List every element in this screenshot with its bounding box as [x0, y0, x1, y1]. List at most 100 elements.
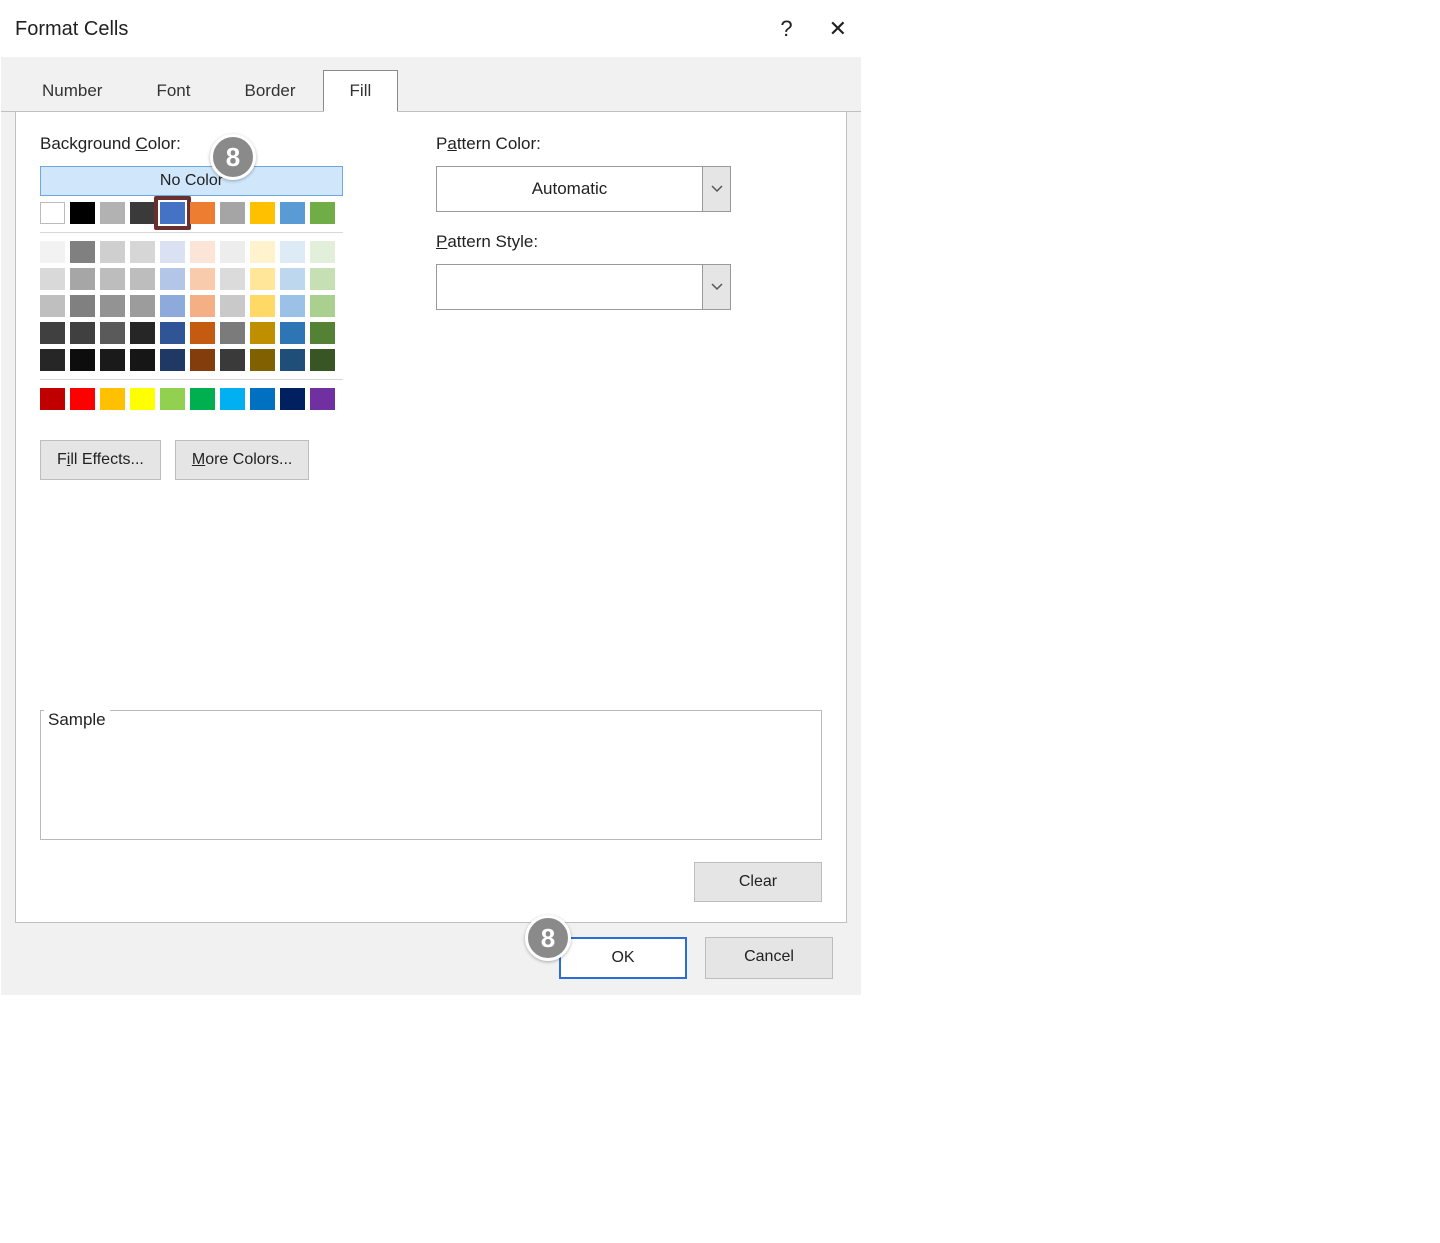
tint-swatch[interactable] — [70, 268, 95, 290]
tab-border[interactable]: Border — [218, 70, 323, 112]
tint-swatch[interactable] — [70, 322, 95, 344]
background-color-section: Background Color: No Color Fill Effects.… — [40, 134, 380, 480]
standard-swatch[interactable] — [70, 388, 95, 410]
tint-swatch[interactable] — [160, 268, 185, 290]
tint-swatch[interactable] — [310, 241, 335, 263]
tint-swatch[interactable] — [220, 295, 245, 317]
titlebar-icons: ? ✕ — [780, 18, 847, 40]
theme-swatch[interactable] — [70, 202, 95, 224]
theme-swatch[interactable] — [100, 202, 125, 224]
more-colors-button[interactable]: More Colors... — [175, 440, 309, 480]
titlebar: Format Cells ? ✕ — [1, 1, 861, 57]
no-color-button[interactable]: No Color — [40, 166, 343, 196]
theme-swatch[interactable] — [250, 202, 275, 224]
tint-swatch[interactable] — [70, 295, 95, 317]
tint-swatch[interactable] — [190, 268, 215, 290]
dialog-title: Format Cells — [15, 18, 128, 41]
tint-swatch[interactable] — [160, 295, 185, 317]
tint-swatch[interactable] — [280, 349, 305, 371]
standard-swatch[interactable] — [310, 388, 335, 410]
standard-swatch[interactable] — [280, 388, 305, 410]
tint-swatch[interactable] — [280, 295, 305, 317]
tint-swatch[interactable] — [310, 268, 335, 290]
tab-fill[interactable]: Fill — [323, 70, 399, 112]
tint-swatch[interactable] — [70, 349, 95, 371]
pattern-color-label: Pattern Color: — [436, 134, 822, 154]
theme-swatch[interactable] — [190, 202, 215, 224]
dialog-footer: 8 OK Cancel — [1, 923, 861, 979]
tint-swatch[interactable] — [160, 349, 185, 371]
clear-button[interactable]: Clear — [694, 862, 822, 902]
tint-swatch[interactable] — [280, 322, 305, 344]
pattern-style-select[interactable] — [436, 264, 731, 310]
tint-swatch[interactable] — [190, 295, 215, 317]
tint-swatch[interactable] — [310, 295, 335, 317]
sample-preview — [40, 710, 822, 840]
tint-swatch[interactable] — [100, 322, 125, 344]
tint-swatch[interactable] — [220, 268, 245, 290]
standard-swatch[interactable] — [130, 388, 155, 410]
callout-badge-color: 8 — [210, 134, 256, 180]
standard-swatch[interactable] — [100, 388, 125, 410]
theme-swatch[interactable] — [280, 202, 305, 224]
tint-swatch[interactable] — [190, 241, 215, 263]
tint-swatch[interactable] — [100, 295, 125, 317]
tint-swatch[interactable] — [130, 268, 155, 290]
pattern-color-value: Automatic — [437, 179, 702, 199]
tint-swatch[interactable] — [220, 322, 245, 344]
tint-swatch[interactable] — [130, 349, 155, 371]
sample-label: Sample — [44, 710, 110, 730]
tint-swatch[interactable] — [40, 241, 65, 263]
tint-swatch[interactable] — [130, 241, 155, 263]
standard-swatch[interactable] — [160, 388, 185, 410]
chevron-down-icon[interactable] — [702, 167, 730, 211]
clear-row: Clear — [40, 862, 822, 902]
tint-swatch[interactable] — [40, 295, 65, 317]
standard-divider — [40, 379, 343, 380]
tint-swatch[interactable] — [100, 268, 125, 290]
tint-swatch[interactable] — [250, 295, 275, 317]
tint-swatch[interactable] — [160, 241, 185, 263]
tint-swatch[interactable] — [250, 268, 275, 290]
tint-swatch[interactable] — [40, 322, 65, 344]
chevron-down-icon[interactable] — [702, 265, 730, 309]
standard-swatch[interactable] — [40, 388, 65, 410]
tint-swatch[interactable] — [130, 295, 155, 317]
theme-swatch[interactable] — [310, 202, 335, 224]
theme-tints-grid — [40, 241, 380, 371]
tint-swatch[interactable] — [250, 349, 275, 371]
theme-swatch[interactable] — [160, 202, 185, 224]
fill-effects-button[interactable]: Fill Effects... — [40, 440, 161, 480]
tint-swatch[interactable] — [310, 322, 335, 344]
tint-swatch[interactable] — [100, 349, 125, 371]
sample-section: Sample — [40, 700, 822, 840]
standard-swatch[interactable] — [190, 388, 215, 410]
ok-button[interactable]: OK — [559, 937, 687, 979]
tint-swatch[interactable] — [40, 268, 65, 290]
theme-swatch[interactable] — [220, 202, 245, 224]
tab-number[interactable]: Number — [15, 70, 129, 112]
theme-swatch[interactable] — [130, 202, 155, 224]
tint-swatch[interactable] — [250, 241, 275, 263]
tint-swatch[interactable] — [220, 241, 245, 263]
close-icon[interactable]: ✕ — [829, 18, 847, 40]
tint-swatch[interactable] — [310, 349, 335, 371]
standard-swatch[interactable] — [220, 388, 245, 410]
tint-swatch[interactable] — [130, 322, 155, 344]
cancel-button[interactable]: Cancel — [705, 937, 833, 979]
theme-swatch[interactable] — [40, 202, 65, 224]
tint-swatch[interactable] — [40, 349, 65, 371]
tint-swatch[interactable] — [190, 322, 215, 344]
tint-swatch[interactable] — [190, 349, 215, 371]
tint-swatch[interactable] — [280, 241, 305, 263]
tint-swatch[interactable] — [100, 241, 125, 263]
tint-swatch[interactable] — [250, 322, 275, 344]
tint-swatch[interactable] — [70, 241, 95, 263]
pattern-color-select[interactable]: Automatic — [436, 166, 731, 212]
help-icon[interactable]: ? — [780, 18, 792, 40]
tint-swatch[interactable] — [280, 268, 305, 290]
tab-font[interactable]: Font — [129, 70, 217, 112]
tint-swatch[interactable] — [160, 322, 185, 344]
standard-swatch[interactable] — [250, 388, 275, 410]
tint-swatch[interactable] — [220, 349, 245, 371]
